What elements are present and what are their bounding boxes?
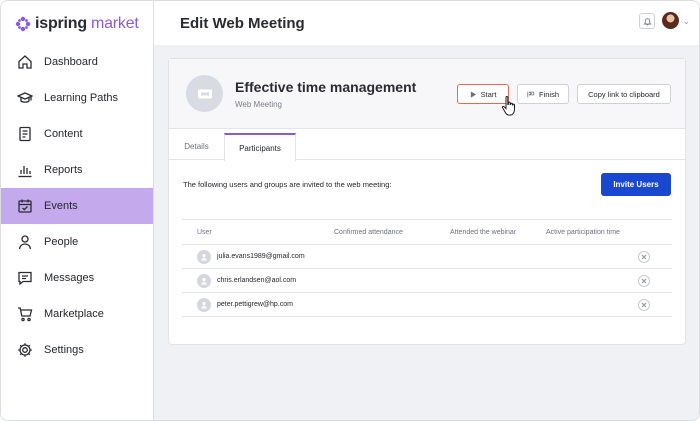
remove-user-button[interactable]	[638, 299, 650, 311]
user-email: peter.pettigrew@hp.com	[217, 301, 293, 308]
calendar-check-icon	[18, 199, 32, 213]
table-row: chris.erlandsen@aol.com	[182, 269, 672, 293]
notification-button[interactable]	[639, 13, 655, 29]
user-email: chris.erlandsen@aol.com	[217, 277, 297, 284]
avatar[interactable]	[662, 12, 679, 29]
meeting-subtitle: Web Meeting	[235, 100, 282, 109]
sidebar-item-events[interactable]: Events	[1, 188, 153, 224]
user-avatar-icon	[197, 274, 211, 288]
sidebar-item-label: People	[44, 236, 79, 248]
column-header-user: User	[197, 229, 212, 236]
document-icon	[19, 126, 31, 142]
table-row: peter.pettigrew@hp.com	[182, 293, 672, 317]
gear-icon	[18, 343, 32, 357]
logo-icon	[15, 16, 31, 32]
app-window: ispring market Dashboard Learning Paths …	[0, 0, 700, 421]
sidebar-item-settings[interactable]: Settings	[1, 332, 153, 368]
close-icon	[641, 254, 647, 260]
cart-icon	[18, 307, 33, 322]
sidebar-item-reports[interactable]: Reports	[1, 152, 153, 188]
participants-table: User Confirmed attendance Attended the w…	[182, 219, 672, 317]
user-avatar-icon	[197, 298, 211, 312]
close-icon	[641, 278, 647, 284]
sidebar-item-label: Learning Paths	[44, 92, 118, 104]
table-header: User Confirmed attendance Attended the w…	[182, 219, 672, 245]
invite-users-button[interactable]: Invite Users	[601, 173, 671, 196]
sidebar-item-learning-paths[interactable]: Learning Paths	[1, 80, 153, 116]
user-avatar-icon	[197, 250, 211, 264]
column-header-confirmed: Confirmed attendance	[334, 229, 403, 236]
tab-participants[interactable]: Participants	[224, 133, 296, 161]
logo-text: ispring	[35, 15, 87, 32]
main-area: Edit Web Meeting ⌄ Effective time manage…	[154, 1, 699, 420]
meeting-title: Effective time management	[235, 79, 417, 95]
sidebar-item-label: Messages	[44, 272, 95, 284]
copy-link-label: Copy link to clipboard	[588, 89, 660, 99]
sidebar-nav: Dashboard Learning Paths Content Reports…	[1, 44, 153, 368]
meeting-header: Effective time management Web Meeting St…	[169, 59, 685, 129]
bell-icon	[642, 17, 652, 25]
sidebar-item-label: Reports	[44, 164, 83, 176]
meeting-card: Effective time management Web Meeting St…	[168, 58, 686, 345]
hand-cursor-icon	[501, 95, 517, 122]
sidebar-item-label: Content	[44, 128, 83, 140]
sidebar-item-people[interactable]: People	[1, 224, 153, 260]
sidebar-item-messages[interactable]: Messages	[1, 260, 153, 296]
column-header-attended: Attended the webinar	[450, 229, 517, 236]
sidebar: ispring market Dashboard Learning Paths …	[1, 1, 154, 420]
page-title: Edit Web Meeting	[180, 15, 305, 32]
finish-button[interactable]: Finish	[517, 84, 569, 104]
sidebar-item-label: Settings	[44, 344, 84, 356]
table-row: julia.evans1989@gmail.com	[182, 245, 672, 269]
sidebar-item-label: Events	[44, 200, 78, 212]
sidebar-item-label: Marketplace	[44, 308, 104, 320]
tab-details[interactable]: Details	[169, 133, 224, 160]
sidebar-item-marketplace[interactable]: Marketplace	[1, 296, 153, 332]
finish-label: Finish	[538, 89, 559, 99]
play-icon	[470, 90, 476, 98]
logo[interactable]: ispring market	[15, 14, 139, 34]
bar-chart-icon	[18, 166, 32, 178]
top-header: Edit Web Meeting ⌄	[154, 1, 699, 45]
participants-intro: The following users and groups are invit…	[183, 180, 392, 189]
person-icon	[18, 235, 32, 250]
tab-bar: Details Participants	[169, 133, 685, 161]
video-camera-icon	[186, 75, 223, 112]
remove-user-button[interactable]	[638, 251, 650, 263]
finish-flag-icon	[527, 91, 535, 97]
sidebar-item-content[interactable]: Content	[1, 116, 153, 152]
copy-link-button[interactable]: Copy link to clipboard	[577, 84, 671, 104]
remove-user-button[interactable]	[638, 275, 650, 287]
chevron-down-icon[interactable]: ⌄	[683, 17, 690, 26]
user-email: julia.evans1989@gmail.com	[217, 253, 305, 260]
close-icon	[641, 302, 647, 308]
start-label: Start	[480, 89, 497, 99]
graduation-cap-icon	[17, 92, 33, 103]
sidebar-item-label: Dashboard	[44, 56, 98, 68]
chat-icon	[18, 271, 32, 286]
column-header-active-time: Active participation time	[546, 229, 620, 236]
sidebar-item-dashboard[interactable]: Dashboard	[1, 44, 153, 80]
logo-text-market: market	[90, 15, 139, 32]
home-icon	[18, 55, 32, 69]
